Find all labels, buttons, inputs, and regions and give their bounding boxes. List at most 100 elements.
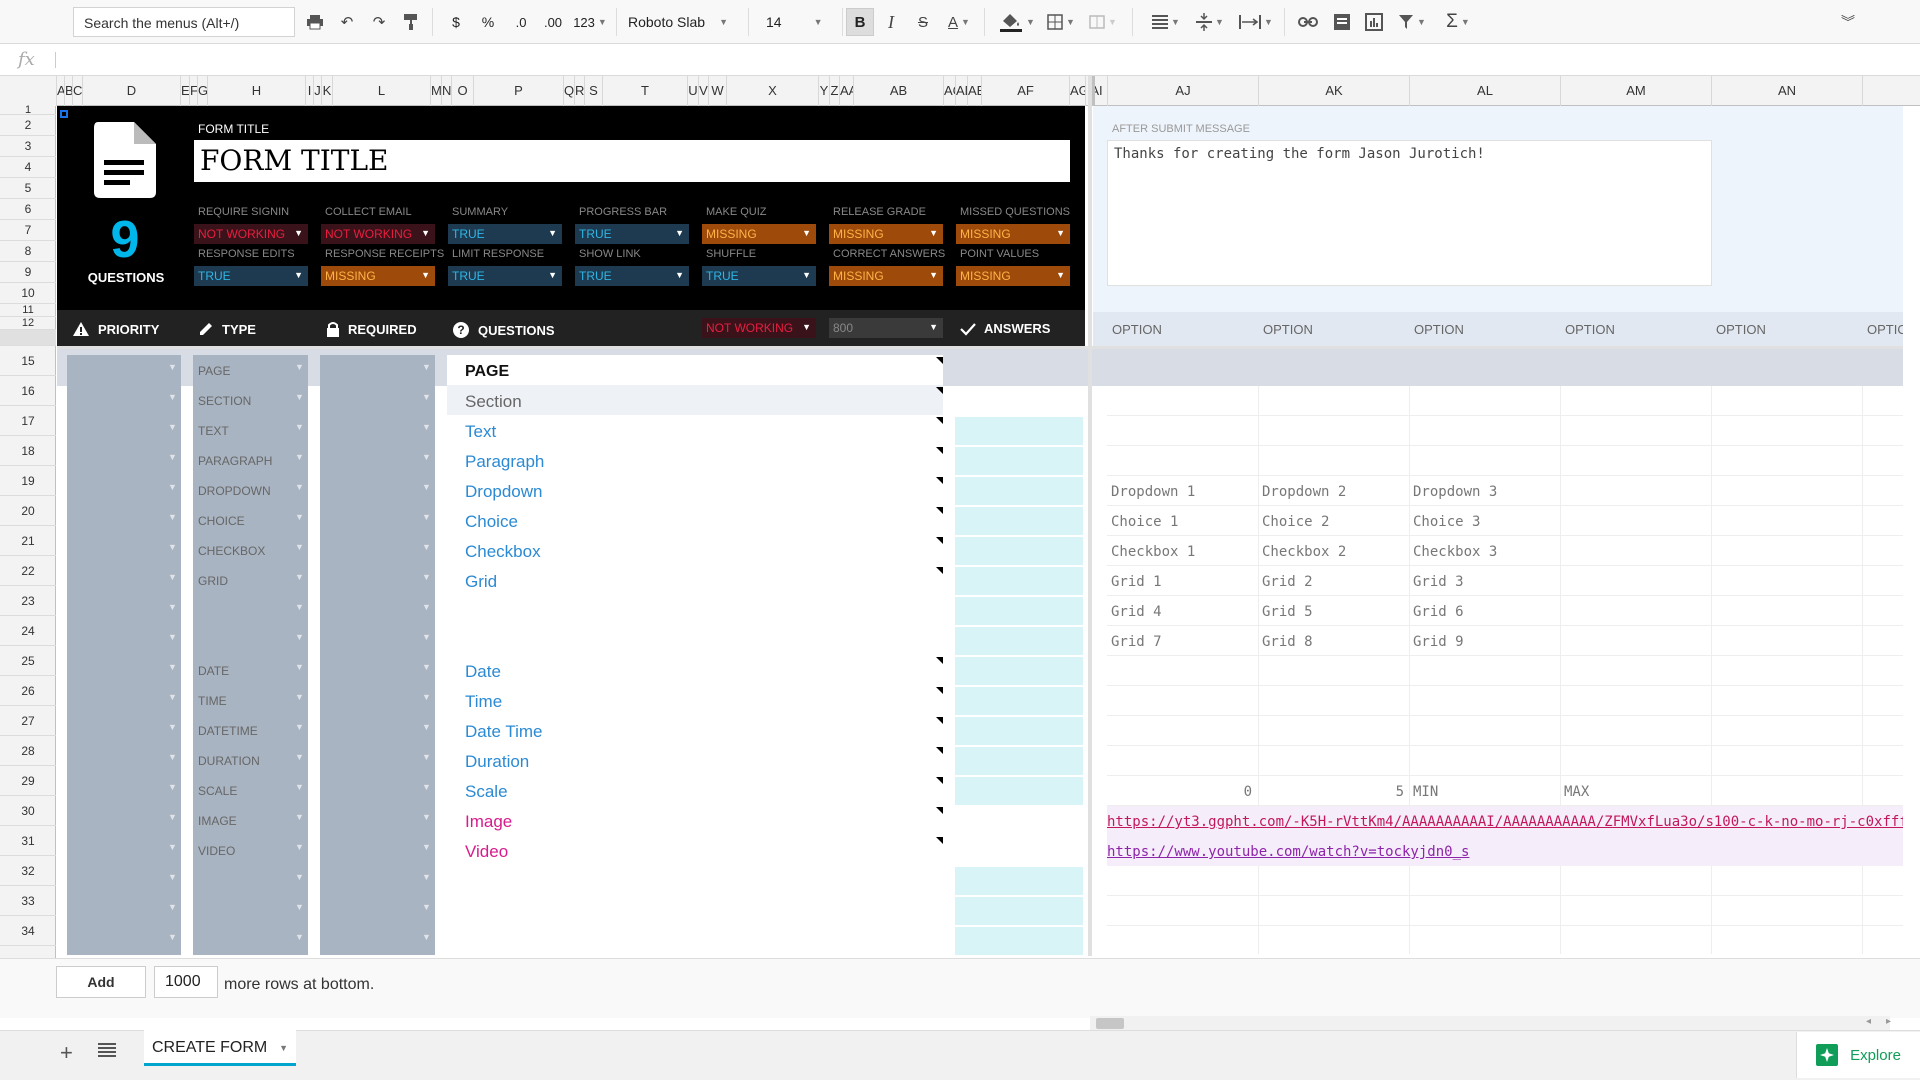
column-header[interactable]: Y <box>819 76 830 106</box>
row-header[interactable]: 33 <box>0 886 56 916</box>
row-header[interactable]: 6 <box>0 199 56 220</box>
column-header[interactable]: S <box>585 76 603 106</box>
font-size-select[interactable]: 14 ▼ <box>766 10 836 34</box>
add-rows-count-input[interactable]: 1000 <box>154 966 218 998</box>
setting-correct-answers-select[interactable]: MISSING ▼ <box>829 266 943 286</box>
question-text[interactable]: Video <box>465 842 508 862</box>
type-select[interactable]: DURATION <box>198 754 260 768</box>
answer-cell[interactable] <box>955 447 1083 475</box>
column-header[interactable]: J <box>314 76 322 106</box>
column-header[interactable]: AN <box>1712 76 1863 106</box>
type-select[interactable]: CHOICE <box>198 514 245 528</box>
column-header[interactable]: T <box>603 76 688 106</box>
option-cell[interactable]: Grid 7 <box>1111 634 1162 650</box>
row-header[interactable]: 26 <box>0 676 56 706</box>
add-rows-button[interactable]: Add <box>56 966 146 998</box>
question-text[interactable]: Choice <box>465 512 518 532</box>
option-cell[interactable]: Dropdown 1 <box>1111 484 1195 500</box>
setting-summary-select[interactable]: TRUE ▼ <box>448 224 562 244</box>
row-header[interactable]: 9 <box>0 262 56 283</box>
option-cell[interactable]: Choice 2 <box>1262 514 1329 530</box>
column-header[interactable]: N <box>442 76 452 106</box>
collapse-toolbar-icon[interactable]: ︾ <box>1836 10 1860 34</box>
horizontal-scroll-thumb[interactable] <box>1096 1018 1124 1029</box>
option-cell[interactable]: Grid 2 <box>1262 574 1313 590</box>
option-cell[interactable]: Grid 8 <box>1262 634 1313 650</box>
add-sheet-icon[interactable]: + <box>60 1040 73 1066</box>
type-select[interactable]: DATETIME <box>198 724 258 738</box>
decrease-decimal-button[interactable]: .0 <box>508 10 534 34</box>
row-header[interactable]: 2 <box>0 115 56 136</box>
type-select[interactable]: SECTION <box>198 394 251 408</box>
questions-notworking-select[interactable]: NOT WORKING ▼ <box>702 318 816 338</box>
text-wrap-button[interactable]: ▼ <box>1236 10 1276 34</box>
setting-response-receipts-select[interactable]: MISSING ▼ <box>321 266 435 286</box>
row-header[interactable]: 10 <box>0 283 56 304</box>
column-header[interactable]: AA <box>840 76 854 106</box>
column-header[interactable]: AG <box>1070 76 1086 106</box>
column-header[interactable]: AD <box>956 76 968 106</box>
column-header[interactable]: Z <box>830 76 840 106</box>
question-text[interactable]: Image <box>465 812 512 832</box>
row-header[interactable]: 28 <box>0 736 56 766</box>
column-header[interactable]: Q <box>564 76 575 106</box>
row-header[interactable]: 23 <box>0 586 56 616</box>
row-header[interactable]: 19 <box>0 466 56 496</box>
option-cell[interactable]: Choice 3 <box>1413 514 1480 530</box>
type-select[interactable]: DATE <box>198 664 229 678</box>
column-header[interactable]: AL <box>1410 76 1561 106</box>
vertical-align-button[interactable]: ▼ <box>1192 10 1228 34</box>
type-select[interactable]: GRID <box>198 574 228 588</box>
setting-show-link-select[interactable]: TRUE ▼ <box>575 266 689 286</box>
column-header[interactable]: L <box>333 76 431 106</box>
option-cell[interactable]: Checkbox 3 <box>1413 544 1497 560</box>
setting-missed-questions-select[interactable]: MISSING ▼ <box>956 224 1070 244</box>
italic-button[interactable]: I <box>880 10 902 34</box>
column-header[interactable]: F <box>190 76 198 106</box>
setting-collect-email-select[interactable]: NOT WORKING ▼ <box>321 224 435 244</box>
row-header[interactable]: 22 <box>0 556 56 586</box>
row-header[interactable]: 24 <box>0 616 56 646</box>
answer-cell[interactable] <box>955 507 1083 535</box>
row-header[interactable]: 1 <box>0 105 56 116</box>
setting-release-grade-select[interactable]: MISSING ▼ <box>829 224 943 244</box>
column-header[interactable]: A <box>57 76 65 106</box>
select-all-corner[interactable] <box>0 76 57 106</box>
row-header[interactable]: 7 <box>0 220 56 241</box>
option-cell[interactable]: Grid 1 <box>1111 574 1162 590</box>
column-header[interactable]: I <box>306 76 314 106</box>
column-header[interactable]: AB <box>854 76 944 106</box>
row-header[interactable]: 32 <box>0 856 56 886</box>
column-header[interactable]: D <box>83 76 181 106</box>
row-header[interactable]: 15 <box>0 346 56 376</box>
row-header[interactable]: 34 <box>0 916 56 946</box>
type-select[interactable]: VIDEO <box>198 844 235 858</box>
type-select[interactable]: SCALE <box>198 784 237 798</box>
setting-limit-response-select[interactable]: TRUE ▼ <box>448 266 562 286</box>
answer-cell[interactable] <box>955 747 1083 775</box>
more-formats-button[interactable]: 123 ▼ <box>570 10 610 34</box>
after-submit-message-input[interactable]: Thanks for creating the form Jason Jurot… <box>1107 140 1712 286</box>
option-cell[interactable]: Dropdown 2 <box>1262 484 1346 500</box>
formula-input[interactable] <box>64 52 1904 68</box>
type-select[interactable]: TIME <box>198 694 227 708</box>
redo-icon[interactable]: ↷ <box>368 10 390 34</box>
answer-cell[interactable] <box>955 417 1083 445</box>
column-header[interactable]: E <box>181 76 190 106</box>
answer-cell[interactable] <box>955 777 1083 805</box>
question-text[interactable]: Section <box>465 392 522 412</box>
column-header[interactable]: C <box>73 76 83 106</box>
print-icon[interactable] <box>304 10 326 34</box>
sheet-tab-create-form[interactable]: CREATE FORM ▼ <box>144 1030 296 1066</box>
answer-cell[interactable] <box>955 927 1083 955</box>
row-header[interactable]: 31 <box>0 826 56 856</box>
column-header[interactable]: R <box>575 76 585 106</box>
answer-cell[interactable] <box>955 897 1083 925</box>
option-cell[interactable]: Choice 1 <box>1111 514 1178 530</box>
question-text[interactable]: Duration <box>465 752 529 772</box>
undo-icon[interactable]: ↶ <box>336 10 358 34</box>
scale-max-value[interactable]: 5 <box>1390 784 1404 800</box>
priority-select[interactable] <box>69 361 179 381</box>
bold-button[interactable]: B <box>846 8 874 36</box>
setting-progress-bar-select[interactable]: TRUE ▼ <box>575 224 689 244</box>
